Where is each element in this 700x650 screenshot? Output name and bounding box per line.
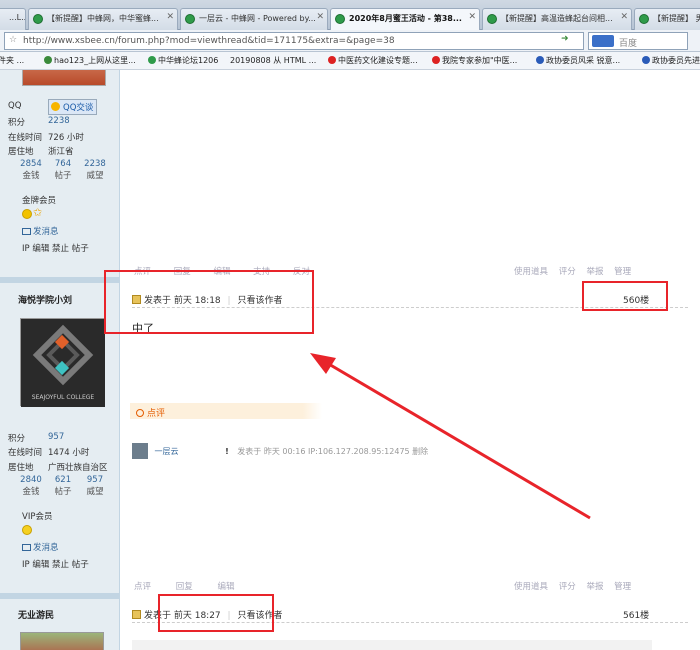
bookmark-icon	[536, 56, 544, 64]
tab-label: 【新提醒】 男	[653, 14, 700, 23]
close-tab-icon[interactable]: ✕	[166, 12, 174, 22]
browser-tab-bar: ...L... 【新提醒】中蜂网，中华蜜蜂... ✕ 一层云 - 中蜂网 - Po…	[0, 0, 700, 30]
bookmarks-bar: 件夹 ... hao123_上网从这里... 中华蜂论坛1206 2019080…	[0, 52, 700, 70]
browser-tab[interactable]: 【新提醒】高温造蜂起台间相... ✕	[482, 8, 632, 30]
close-tab-icon[interactable]: ✕	[620, 12, 628, 22]
favicon-icon	[639, 14, 649, 24]
url-text: http://www.xsbee.cn/forum.php?mod=viewth…	[23, 36, 395, 46]
bookmark-icon	[642, 56, 650, 64]
bookmark-icon	[328, 56, 336, 64]
bookmark-item[interactable]: 中华蜂论坛1206	[148, 55, 218, 66]
browser-tab[interactable]: 一层云 - 中蜂网 - Powered by... ✕	[180, 8, 328, 30]
close-tab-icon[interactable]: ✕	[468, 12, 476, 22]
tab-label: 【新提醒】高温造蜂起台间相...	[501, 14, 613, 23]
forum-page: QQ QQ交谈 积分 2238 在线时间 726 小时 居住地 浙江省 2854…	[0, 70, 700, 650]
favicon-icon	[33, 14, 43, 24]
address-toolbar: ☆ http://www.xsbee.cn/forum.php?mod=view…	[0, 30, 700, 52]
search-engine-icon[interactable]	[592, 35, 614, 47]
bookmark-item[interactable]: 政协委员风采 锐意...	[536, 55, 620, 66]
go-arrow-icon[interactable]: ➜	[561, 34, 569, 44]
bookmark-icon	[148, 56, 156, 64]
close-tab-icon[interactable]: ✕	[316, 12, 324, 22]
bookmark-icon	[44, 56, 52, 64]
tab-label: 2020年8月蜜王活动 - 第38...	[349, 14, 462, 23]
address-input[interactable]: ☆ http://www.xsbee.cn/forum.php?mod=view…	[4, 32, 584, 50]
search-placeholder: 百度	[619, 39, 638, 49]
bookmark-item[interactable]: hao123_上网从这里...	[44, 55, 136, 66]
bookmark-item[interactable]: 件夹 ...	[0, 55, 24, 66]
bookmark-label: 中华蜂论坛1206	[158, 56, 219, 65]
bookmark-label: 我院专家参加"中医...	[442, 56, 518, 65]
bookmark-item[interactable]: 20190808 从 HTML ...	[230, 55, 316, 66]
tab-label: 一层云 - 中蜂网 - Powered by...	[199, 14, 316, 23]
favicon-icon	[185, 14, 195, 24]
browser-tab[interactable]: 【新提醒】 男	[634, 8, 700, 30]
browser-tab-active[interactable]: 2020年8月蜜王活动 - 第38... ✕	[330, 8, 480, 30]
search-input[interactable]: 百度	[588, 32, 688, 50]
browser-tab[interactable]: 【新提醒】中蜂网，中华蜜蜂... ✕	[28, 8, 178, 30]
favicon-icon	[335, 14, 345, 24]
bookmark-label: 中医药文化建设专题...	[338, 56, 418, 65]
favicon-icon	[487, 14, 497, 24]
bookmark-item[interactable]: 我院专家参加"中医...	[432, 55, 517, 66]
tab-label: ...L...	[9, 13, 26, 22]
bookmark-icon	[432, 56, 440, 64]
bookmark-label: hao123_上网从这里...	[54, 56, 136, 65]
annotation-arrow-icon	[310, 353, 591, 520]
bookmark-item[interactable]: 政协委员先进	[642, 55, 700, 66]
bookmark-label: 政协委员风采 锐意...	[546, 56, 621, 65]
tab-label: 【新提醒】中蜂网，中华蜜蜂...	[47, 14, 159, 23]
bookmark-item[interactable]: 中医药文化建设专题...	[328, 55, 418, 66]
star-icon[interactable]: ☆	[9, 35, 17, 45]
bookmark-label: 政协委员先进	[652, 56, 700, 65]
browser-tab[interactable]: ...L...	[0, 8, 26, 30]
